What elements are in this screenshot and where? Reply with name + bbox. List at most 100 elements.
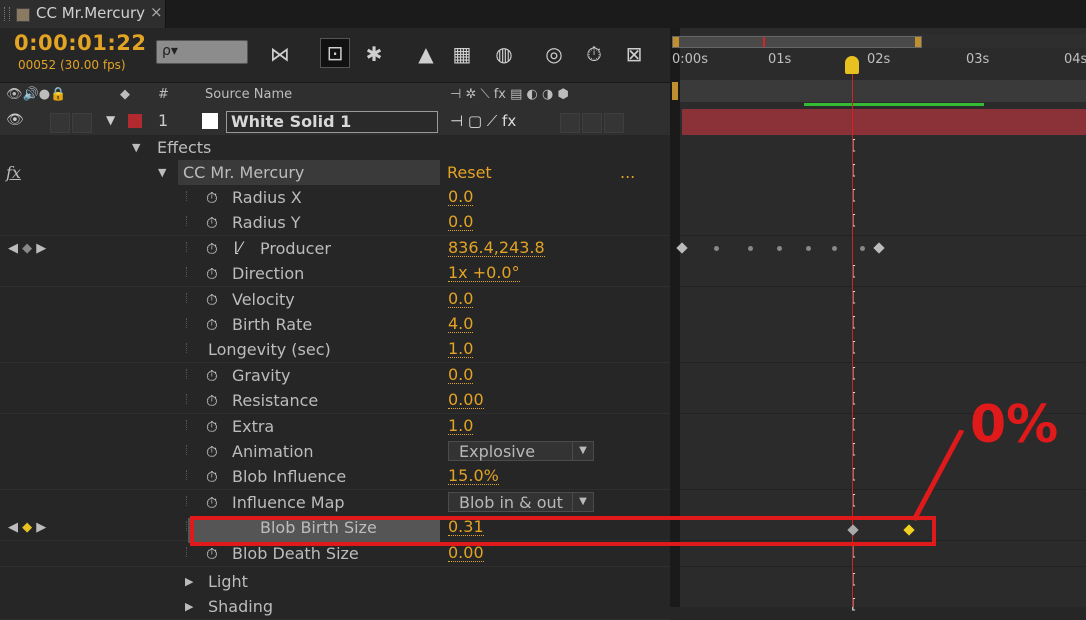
property-value[interactable]: 15.0%: [448, 467, 499, 485]
work-area-start-handle[interactable]: [672, 82, 678, 100]
property-value[interactable]: 0.00: [448, 544, 484, 562]
stopwatch-icon[interactable]: ⏱: [206, 291, 218, 309]
time-navigator[interactable]: [672, 36, 922, 48]
effects-group-row[interactable]: ▼ Effects: [0, 135, 670, 161]
effect-options-button[interactable]: ...: [620, 163, 635, 182]
property-row[interactable]: ⏱ Influence Map Blob in & out ▼: [0, 490, 670, 516]
property-row[interactable]: ⏱ Velocity 0.0: [0, 287, 670, 313]
property-row[interactable]: ⏱ ⌊⁄ Producer 836.4,243.8 ◀ ◆ ▶: [0, 236, 670, 262]
property-row[interactable]: ⏱ Direction 1x +0.0°: [0, 261, 670, 287]
twirl-closed-icon[interactable]: ▶: [185, 575, 193, 588]
property-dropdown[interactable]: Explosive ▼: [448, 441, 594, 461]
stopwatch-icon[interactable]: ⏱: [206, 468, 218, 486]
property-value[interactable]: 1.0: [448, 417, 474, 435]
shy-layers-icon[interactable]: ✱: [360, 40, 388, 68]
property-value[interactable]: 1x +0.0°: [448, 264, 520, 282]
interpolated-keyframe[interactable]: [806, 246, 811, 251]
stopwatch-icon[interactable]: ⏱: [206, 214, 218, 232]
property-row[interactable]: ⏱ Birth Rate 4.0: [0, 312, 670, 338]
stopwatch-icon[interactable]: ⏱: [206, 545, 218, 563]
playhead-handle[interactable]: [845, 56, 859, 74]
interpolated-keyframe[interactable]: [832, 246, 837, 251]
hold-bracket-icon: [: [849, 315, 858, 331]
property-label: Gravity: [232, 366, 291, 385]
stopwatch-icon[interactable]: ⏱: [206, 367, 218, 385]
stopwatch-icon[interactable]: ⏱: [206, 418, 218, 436]
property-value[interactable]: 0.0: [448, 290, 474, 308]
property-value[interactable]: 836.4,243.8: [448, 239, 545, 257]
timeline-track[interactable]: [680, 210, 1086, 236]
interpolated-keyframe[interactable]: [748, 246, 753, 251]
group-row-shading[interactable]: ▶ Shading: [0, 594, 670, 620]
property-row[interactable]: Longevity (sec) 1.0: [0, 337, 670, 363]
stopwatch-icon[interactable]: ⏱: [206, 494, 218, 512]
keyframe-navigator[interactable]: ◀ ◆ ▶: [8, 241, 46, 256]
column-source-name[interactable]: Source Name: [205, 87, 292, 102]
brainstorm-icon[interactable]: ◍: [490, 40, 518, 68]
property-row[interactable]: ⏱ Radius Y 0.0: [0, 210, 670, 236]
property-row[interactable]: ⏱ Blob Influence 15.0%: [0, 464, 670, 490]
property-value[interactable]: 0.0: [448, 213, 474, 231]
property-row[interactable]: ⏱ Gravity 0.0: [0, 363, 670, 389]
keyframe-navigator[interactable]: ◀ ◆ ▶: [8, 520, 46, 535]
motion-blur-icon[interactable]: ▦: [448, 40, 476, 68]
frame-blending-icon[interactable]: ▲: [412, 40, 440, 68]
stopwatch-icon[interactable]: ⏱: [206, 240, 218, 258]
auto-keyframe-icon[interactable]: ◎: [540, 40, 568, 68]
group-row-light[interactable]: ▶ Light: [0, 569, 670, 595]
timeline-track[interactable]: [680, 464, 1086, 490]
interpolated-keyframe[interactable]: [777, 246, 782, 251]
interpolated-keyframe[interactable]: [860, 246, 865, 251]
close-tab-icon[interactable]: ×: [150, 3, 163, 21]
visibility-eye-icon[interactable]: 👁: [6, 112, 24, 128]
timeline-track[interactable]: [680, 261, 1086, 287]
property-row[interactable]: ⏱ Resistance 0.00: [0, 388, 670, 414]
property-row[interactable]: ⏱ Animation Explosive ▼: [0, 439, 670, 465]
reset-button[interactable]: Reset: [447, 163, 492, 182]
property-value[interactable]: 0.0: [448, 366, 474, 384]
layer-label-color[interactable]: [128, 114, 142, 128]
interpolated-keyframe[interactable]: [714, 246, 719, 251]
property-dropdown[interactable]: Blob in & out ▼: [448, 492, 594, 512]
switch-box-1[interactable]: [560, 113, 580, 133]
timeline-track[interactable]: [680, 287, 1086, 313]
layer-name-field[interactable]: White Solid 1: [226, 111, 438, 133]
layer-switches[interactable]: ⊣ ▢ ⟋ fx: [450, 112, 516, 130]
search-input[interactable]: ρ▾: [156, 40, 248, 64]
property-value[interactable]: 0.0: [448, 188, 474, 206]
stopwatch-icon[interactable]: ⏱: [206, 392, 218, 410]
timeline-track[interactable]: [680, 363, 1086, 389]
property-value[interactable]: 1.0: [448, 340, 474, 358]
stopwatch-icon[interactable]: ⏱: [206, 316, 218, 334]
audio-toggle[interactable]: [50, 113, 70, 133]
timeline-track[interactable]: [680, 312, 1086, 338]
current-timecode[interactable]: 0:00:01:22: [14, 31, 146, 55]
timeline-track[interactable]: [680, 185, 1086, 211]
stopwatch-icon[interactable]: ⏱: [206, 189, 218, 207]
property-value[interactable]: 4.0: [448, 315, 474, 333]
switch-box-3[interactable]: [604, 113, 624, 133]
work-area-bar[interactable]: [680, 80, 1086, 102]
fx-toggle-icon[interactable]: fx: [6, 163, 21, 182]
twirl-open-icon[interactable]: ▼: [106, 113, 115, 127]
property-value[interactable]: 0.00: [448, 391, 484, 409]
stopwatch-icon[interactable]: ⏱: [206, 443, 218, 461]
stopwatch-icon[interactable]: ⏱: [206, 265, 218, 283]
draft-3d-icon[interactable]: ⊡: [320, 38, 350, 68]
property-row[interactable]: ⏱ Extra 1.0: [0, 414, 670, 440]
composition-tab[interactable]: CC Mr.Mercury ×: [0, 0, 166, 28]
comp-flowchart-icon[interactable]: ⋈: [266, 40, 294, 68]
timeline-track[interactable]: [680, 337, 1086, 363]
layer-duration-bar[interactable]: [682, 109, 1086, 135]
graph-icon[interactable]: ⌊⁄: [234, 240, 242, 256]
tab-grip-icon[interactable]: [4, 7, 10, 21]
switch-box-2[interactable]: [582, 113, 602, 133]
effect-name: CC Mr. Mercury: [183, 163, 305, 182]
twirl-open-icon[interactable]: ▼: [132, 141, 140, 154]
twirl-open-icon[interactable]: ▼: [158, 166, 166, 179]
timeline-track[interactable]: [680, 490, 1086, 516]
property-row[interactable]: ⏱ Radius X 0.0: [0, 185, 670, 211]
stopwatch-icon[interactable]: ⏱: [580, 40, 608, 68]
solo-toggle[interactable]: [72, 113, 92, 133]
graph-editor-icon[interactable]: ⊠: [620, 40, 648, 68]
